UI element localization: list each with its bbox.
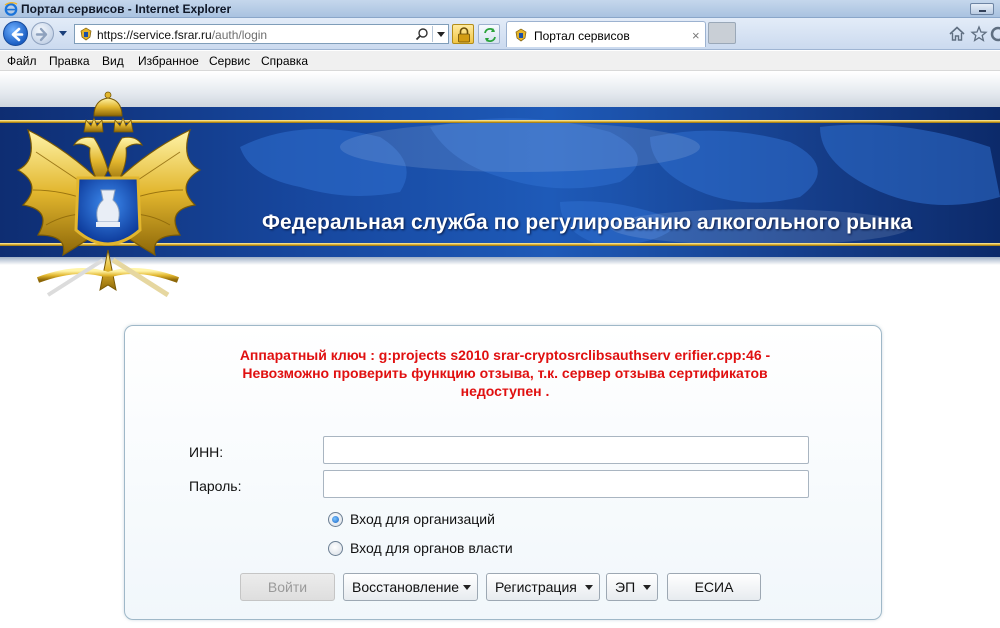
banner-title: Федеральная служба по регулированию алко… [262, 211, 913, 234]
error-line-1: Аппаратный ключ : g:projects s2010 srar-… [239, 347, 771, 363]
page-content: Федеральная служба по регулированию алко… [0, 72, 1000, 628]
inn-input[interactable] [323, 436, 809, 464]
password-input[interactable] [323, 470, 809, 498]
recovery-dropdown-button[interactable]: Восстановление [343, 573, 478, 601]
url-host: service.fsrar.ru [133, 28, 212, 42]
radio-organization-label[interactable]: Вход для организаций [350, 511, 495, 527]
registration-button-label: Регистрация [495, 579, 577, 595]
menu-item-view[interactable]: Вид [102, 54, 124, 68]
refresh-button[interactable] [478, 24, 500, 44]
inn-label: ИНН: [189, 444, 224, 460]
new-tab-button[interactable] [708, 22, 736, 44]
chevron-down-icon [463, 585, 471, 590]
address-url: https://service.fsrar.ru/auth/login [97, 28, 267, 42]
ep-button-label: ЭП [615, 579, 636, 595]
gear-icon[interactable] [988, 24, 1000, 44]
minimize-icon [979, 10, 986, 12]
forward-button[interactable] [31, 22, 54, 45]
history-dropdown-icon[interactable] [58, 30, 68, 38]
radio-government-button[interactable] [328, 541, 343, 556]
error-line-3: недоступен . [460, 383, 550, 399]
favorites-star-icon[interactable] [970, 25, 988, 43]
close-tab-icon[interactable]: × [692, 28, 700, 43]
login-button[interactable]: Войти [240, 573, 335, 601]
tab-label: Портал сервисов [534, 29, 630, 43]
esia-button-label: ЕСИА [694, 579, 734, 595]
error-line-2: Невозможно проверить функцию отзыва, т.к… [242, 365, 768, 381]
site-favicon-icon [80, 27, 92, 41]
ep-dropdown-button[interactable]: ЭП [606, 573, 658, 601]
menu-item-help[interactable]: Справка [261, 54, 308, 68]
arrow-left-icon [11, 27, 24, 42]
url-path: /auth/login [211, 28, 268, 42]
address-bar[interactable]: https://service.fsrar.ru/auth/login [74, 24, 449, 44]
menu-item-file[interactable]: Файл [7, 54, 37, 68]
window-title: Портал сервисов - Internet Explorer [21, 2, 232, 16]
chevron-down-icon [437, 32, 445, 37]
home-icon[interactable] [948, 25, 966, 43]
password-label: Пароль: [189, 478, 242, 494]
menu-item-favorites[interactable]: Избранное [138, 54, 199, 68]
esia-button[interactable]: ЕСИА [667, 573, 761, 601]
chevron-down-icon [585, 585, 593, 590]
menu-bar: Файл Правка Вид Избранное Сервис Справка [0, 51, 1000, 71]
search-icon[interactable] [415, 27, 429, 41]
radio-government-label[interactable]: Вход для органов власти [350, 540, 513, 556]
browser-navigation-bar: https://service.fsrar.ru/auth/login Порт… [0, 18, 1000, 50]
internet-explorer-icon [4, 2, 18, 16]
menu-item-tools[interactable]: Сервис [209, 54, 250, 68]
refresh-icon [484, 28, 496, 42]
login-button-label: Войти [267, 579, 308, 595]
lock-icon [458, 27, 470, 43]
arrow-right-icon [35, 27, 48, 42]
recovery-button-label: Восстановление [352, 579, 460, 595]
site-favicon-icon [515, 28, 527, 42]
minimize-button[interactable] [970, 3, 994, 15]
login-panel: Аппаратный ключ : g:projects s2010 srar-… [124, 325, 882, 620]
window-title-bar: Портал сервисов - Internet Explorer [0, 0, 1000, 18]
coat-of-arms-icon [16, 91, 202, 298]
back-button[interactable] [3, 21, 28, 46]
menu-item-edit[interactable]: Правка [49, 54, 90, 68]
radio-organization-button[interactable] [328, 512, 343, 527]
chevron-down-icon [643, 585, 651, 590]
address-dropdown-button[interactable] [432, 26, 447, 42]
security-lock-button[interactable] [452, 24, 474, 44]
error-message: Аппаратный ключ : g:projects s2010 srar-… [165, 346, 845, 400]
tab-portal-services[interactable]: Портал сервисов × [506, 21, 706, 47]
registration-dropdown-button[interactable]: Регистрация [486, 573, 600, 601]
url-scheme: https:// [97, 28, 134, 42]
